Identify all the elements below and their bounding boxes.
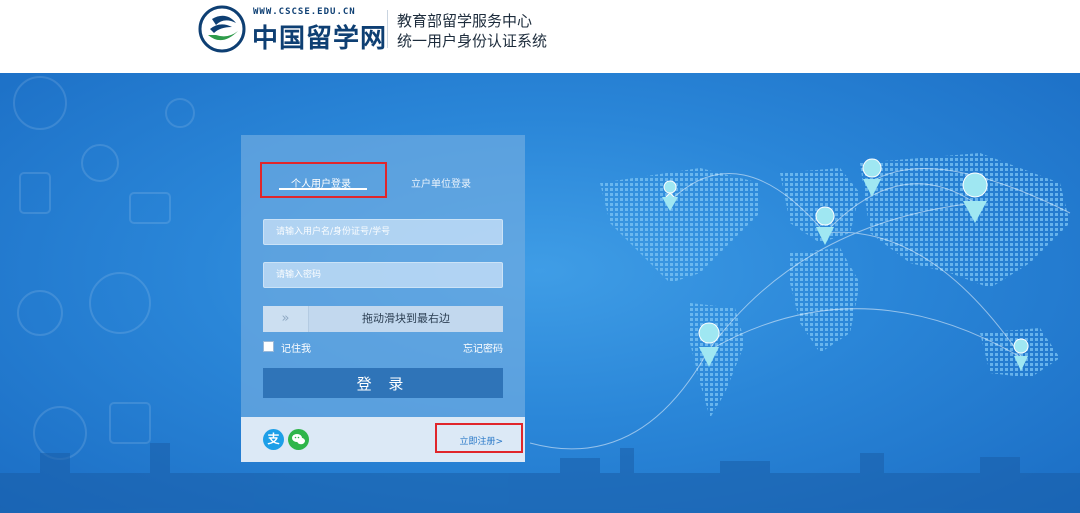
login-button[interactable]: 登 录 (263, 368, 503, 398)
org-name: 教育部留学服务中心 (397, 12, 533, 30)
hero-background (0, 73, 1080, 513)
logo-url-text: WWW.CSCSE.EDU.CN (253, 7, 356, 17)
highlight-box-register (435, 423, 523, 453)
password-input[interactable] (263, 262, 503, 288)
world-map-decoration (0, 76, 1080, 513)
highlight-box-tabs (260, 162, 387, 198)
slider-arrows-icon: » (281, 311, 290, 326)
logo-text: 中国留学网 (252, 24, 388, 54)
cscse-logo-icon (198, 5, 246, 53)
remember-me-checkbox[interactable] (263, 341, 274, 352)
alipay-icon[interactable]: 支 (263, 429, 284, 450)
wechat-icon[interactable] (288, 429, 309, 450)
slider-handle[interactable]: » (263, 306, 309, 332)
system-name: 统一用户身份认证系统 (397, 32, 548, 50)
remember-me-label: 记住我 (281, 344, 311, 355)
header-divider (387, 10, 388, 48)
forgot-password-link[interactable]: 忘记密码 (463, 340, 503, 355)
tab-organization-login[interactable]: 立户单位登录 (411, 175, 471, 190)
login-panel: 个人用户登录 立户单位登录 » 拖动滑块到最右边 记住我 忘记密码 登 录 支 … (241, 135, 525, 462)
username-input[interactable] (263, 219, 503, 245)
slider-captcha: » 拖动滑块到最右边 (263, 306, 503, 332)
page-header: WWW.CSCSE.EDU.CN 中国留学网 教育部留学服务中心 统一用户身份认… (0, 0, 1080, 73)
slider-instruction: 拖动滑块到最右边 (362, 312, 450, 325)
